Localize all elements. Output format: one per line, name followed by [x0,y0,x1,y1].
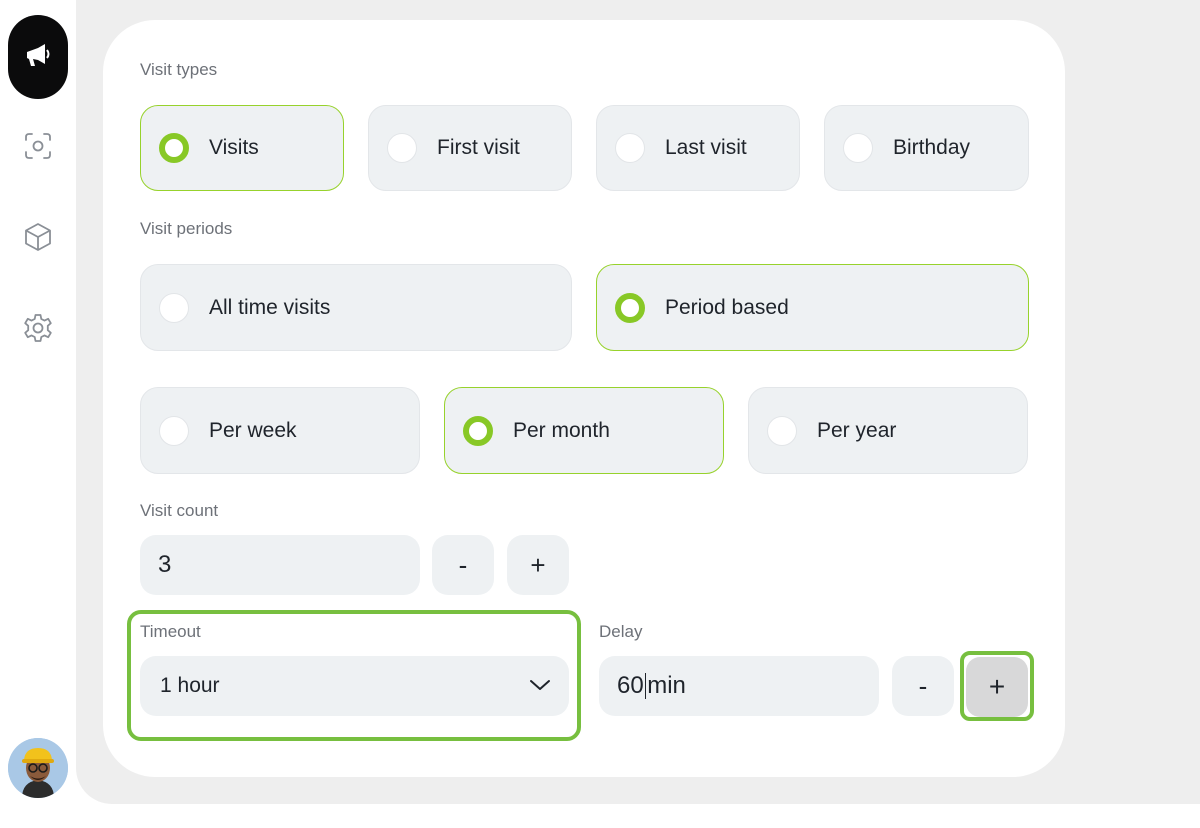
delay-label: Delay [599,622,643,641]
timeout-select[interactable]: 1 hour [140,656,569,716]
radio-icon [843,133,873,163]
timeout-value: 1 hour [160,674,220,697]
megaphone-icon [23,40,53,75]
chevron-down-icon [529,674,551,698]
visit-count-decrement-button[interactable]: - [432,535,494,595]
radio-selected-icon [463,415,493,446]
option-label: Birthday [893,136,971,159]
megaphone-nav-button[interactable] [8,15,68,99]
option-label: Period based [665,295,789,319]
radio-icon [159,292,189,323]
visit-count-label: Visit count [140,501,219,520]
delay-decrement-button[interactable]: - [892,656,954,716]
visit-periods-label: Visit periods [140,219,233,238]
visit-types-label: Visit types [140,60,218,79]
scan-nav-button[interactable] [18,128,58,168]
period-per-month[interactable]: Per month [444,387,724,474]
option-label: Per year [817,418,897,442]
radio-icon [387,133,417,163]
visit-type-visits[interactable]: Visits [140,105,344,191]
visit-count-increment-button[interactable]: + [507,535,569,595]
visit-type-first-visit[interactable]: First visit [368,105,572,191]
delay-input[interactable]: 60 min [599,656,879,716]
visit-count-input[interactable]: 3 [140,535,420,595]
radio-icon [159,415,189,446]
option-label: Last visit [665,136,747,159]
avatar[interactable] [8,738,68,798]
delay-unit: min [647,672,686,699]
option-label: All time visits [209,295,331,319]
settings-nav-button[interactable] [18,310,58,350]
period-per-week[interactable]: Per week [140,387,420,474]
cube-icon [22,221,54,258]
delay-value: 60 [617,672,644,699]
visit-count-value: 3 [158,551,172,578]
radio-icon [767,415,797,446]
radio-icon [615,133,645,163]
visit-type-birthday[interactable]: Birthday [824,105,1029,191]
delay-increment-button[interactable]: + [966,657,1028,717]
option-label: Visits [209,136,259,159]
text-caret [644,673,647,699]
radio-selected-icon [159,133,189,163]
cube-nav-button[interactable] [18,219,58,259]
visit-type-last-visit[interactable]: Last visit [596,105,800,191]
radio-selected-icon [615,292,645,323]
gear-icon [22,312,54,349]
option-label: Per week [209,418,297,442]
timeout-label: Timeout [140,622,201,641]
sidebar [0,0,76,828]
scan-icon [23,131,53,166]
visit-period-all-time[interactable]: All time visits [140,264,572,351]
option-label: Per month [513,418,610,442]
option-label: First visit [437,136,520,159]
period-per-year[interactable]: Per year [748,387,1028,474]
visit-period-period-based[interactable]: Period based [596,264,1029,351]
